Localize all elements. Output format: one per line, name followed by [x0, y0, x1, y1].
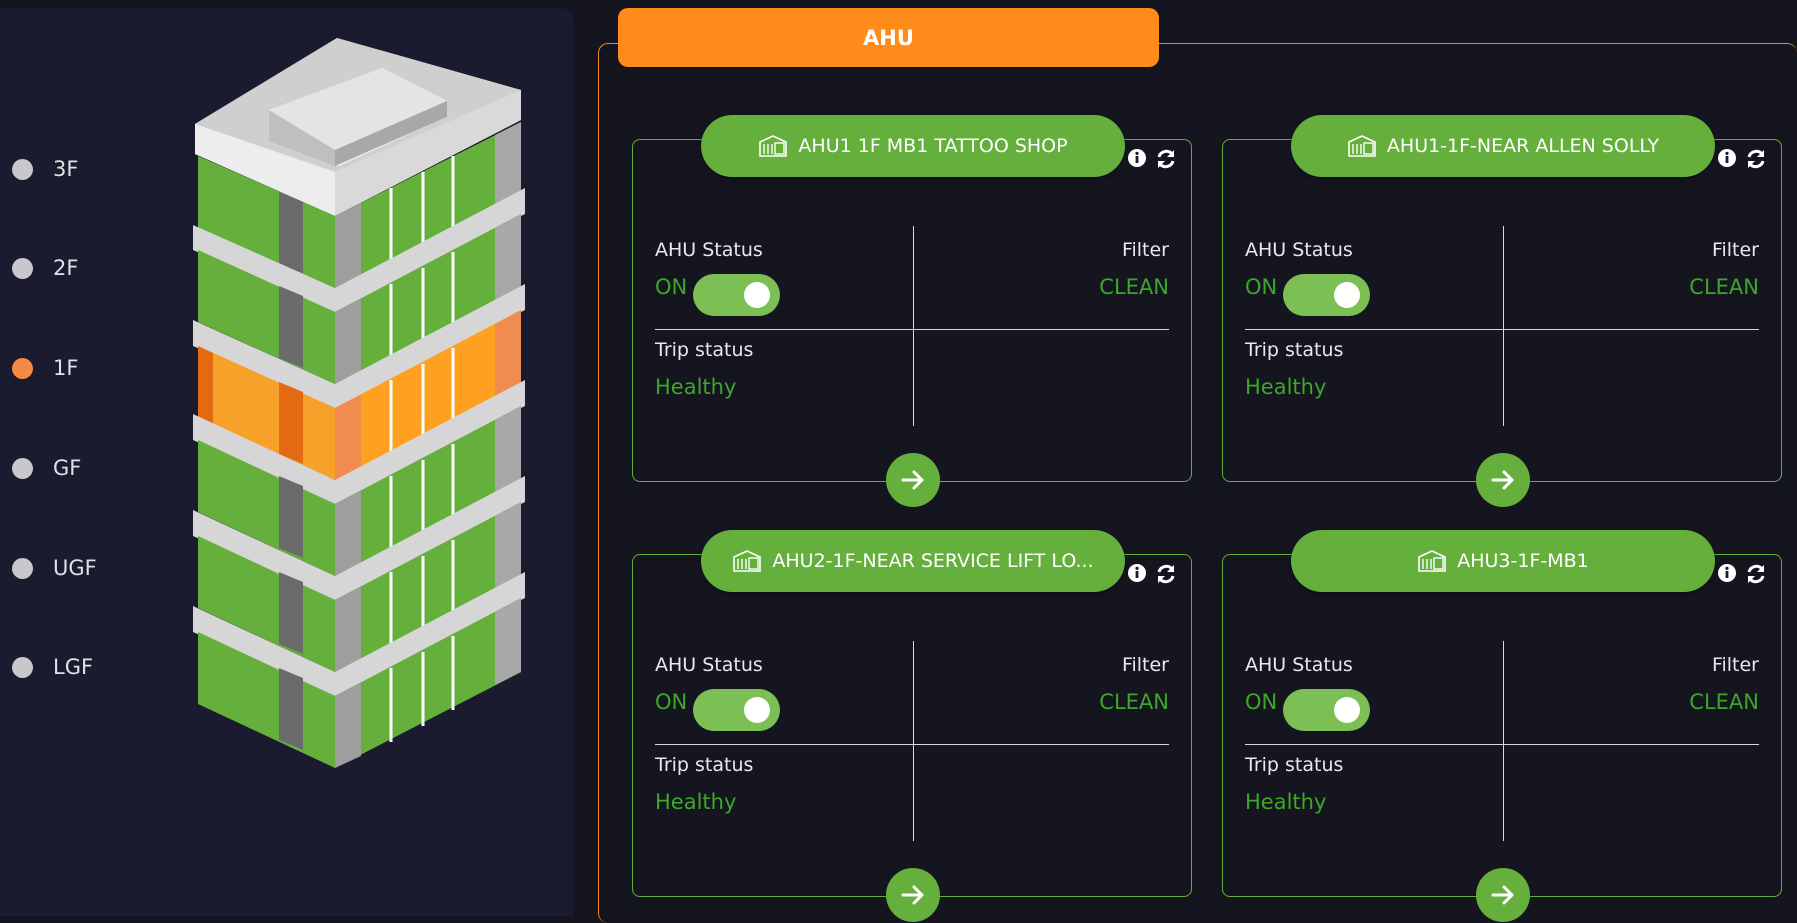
arrow-right-icon	[899, 881, 927, 909]
floor-label: 1F	[53, 356, 79, 380]
info-icon[interactable]	[1127, 563, 1147, 585]
ahu-card-title-text: AHU2-1F-NEAR SERVICE LIFT LO...	[772, 550, 1094, 572]
divider-horizontal	[655, 329, 1169, 330]
floor-label: GF	[53, 456, 82, 480]
floor-item-3f[interactable]: 3F	[12, 153, 78, 185]
floor-item-2f[interactable]: 2F	[12, 252, 78, 284]
card-actions	[1127, 148, 1177, 170]
floor-item-1f[interactable]: 1F	[12, 352, 78, 384]
divider-horizontal	[1245, 329, 1759, 330]
ahu-card-title-text: AHU3-1F-MB1	[1457, 550, 1589, 572]
floor-dot	[12, 158, 33, 180]
filter-label: Filter	[1711, 239, 1759, 261]
filter-label: Filter	[1711, 654, 1759, 676]
card-actions	[1717, 563, 1767, 585]
go-button[interactable]	[886, 453, 940, 507]
ahu-status-value: ON	[655, 275, 688, 299]
card-actions	[1717, 148, 1767, 170]
floor-dot	[12, 557, 33, 579]
ahu-unit-icon	[758, 134, 788, 158]
trip-status-label: Trip status	[1245, 339, 1344, 361]
ahu-card-title[interactable]: AHU1-1F-NEAR ALLEN SOLLY	[1291, 115, 1715, 177]
toggle-knob	[1334, 282, 1360, 308]
ahu-status-label: AHU Status	[1245, 654, 1353, 676]
ahu-status-toggle[interactable]	[693, 689, 780, 731]
trip-status-label: Trip status	[655, 339, 754, 361]
refresh-icon[interactable]	[1745, 148, 1767, 170]
info-icon[interactable]	[1717, 148, 1737, 170]
ahu-card-title[interactable]: AHU3-1F-MB1	[1291, 530, 1715, 592]
ahu-status-value: ON	[1245, 275, 1278, 299]
ahu-status-label: AHU Status	[1245, 239, 1353, 261]
ahu-card: AHU1-1F-NEAR ALLEN SOLLY AHU Status ON F…	[1222, 115, 1782, 507]
floor-item-gf[interactable]: GF	[12, 452, 81, 484]
floor-dot	[12, 457, 33, 479]
card-actions	[1127, 563, 1177, 585]
trip-status-value: Healthy	[655, 790, 737, 814]
ahu-status-toggle[interactable]	[1283, 689, 1370, 731]
info-icon[interactable]	[1717, 563, 1737, 585]
ahu-card-title-text: AHU1 1F MB1 TATTOO SHOP	[798, 135, 1068, 157]
ahu-card-title[interactable]: AHU2-1F-NEAR SERVICE LIFT LO...	[701, 530, 1125, 592]
filter-label: Filter	[1121, 654, 1169, 676]
info-icon[interactable]	[1127, 148, 1147, 170]
ahu-status-value: ON	[655, 690, 688, 714]
ahu-card-title[interactable]: AHU1 1F MB1 TATTOO SHOP	[701, 115, 1125, 177]
ahu-card: AHU3-1F-MB1 AHU Status ON Filter CLEAN T…	[1222, 530, 1782, 922]
ahu-status-value: ON	[1245, 690, 1278, 714]
ahu-status-toggle[interactable]	[693, 274, 780, 316]
toggle-knob	[1334, 697, 1360, 723]
ahu-card: AHU2-1F-NEAR SERVICE LIFT LO... AHU Stat…	[632, 530, 1192, 922]
trip-status-value: Healthy	[655, 375, 737, 399]
floor-label: 3F	[53, 157, 79, 181]
divider-vertical	[1503, 226, 1504, 426]
divider-horizontal	[1245, 744, 1759, 745]
trip-status-label: Trip status	[1245, 754, 1344, 776]
floor-dot	[12, 656, 33, 678]
floor-label: LGF	[53, 655, 94, 679]
ahu-status-toggle[interactable]	[1283, 274, 1370, 316]
floor-list: 3F 2F 1F GF UGF LGF	[0, 8, 160, 916]
building-illustration[interactable]	[185, 38, 525, 778]
floor-item-ugf[interactable]: UGF	[12, 552, 97, 584]
filter-value: CLEAN	[1689, 275, 1759, 299]
divider-vertical	[913, 641, 914, 841]
floor-item-lgf[interactable]: LGF	[12, 651, 93, 683]
ahu-tab[interactable]: AHU	[618, 8, 1159, 67]
divider-vertical	[913, 226, 914, 426]
go-button[interactable]	[886, 868, 940, 922]
ahu-unit-icon	[1417, 549, 1447, 573]
ahu-card-title-text: AHU1-1F-NEAR ALLEN SOLLY	[1386, 135, 1660, 157]
ahu-status-label: AHU Status	[655, 654, 763, 676]
trip-status-label: Trip status	[655, 754, 754, 776]
toggle-knob	[744, 697, 770, 723]
ahu-status-label: AHU Status	[655, 239, 763, 261]
go-button[interactable]	[1476, 453, 1530, 507]
ahu-unit-icon	[1347, 134, 1377, 158]
filter-label: Filter	[1121, 239, 1169, 261]
refresh-icon[interactable]	[1155, 148, 1177, 170]
floor-panel: 3F 2F 1F GF UGF LGF	[0, 8, 574, 916]
divider-vertical	[1503, 641, 1504, 841]
refresh-icon[interactable]	[1155, 563, 1177, 585]
floor-label: UGF	[53, 556, 97, 580]
filter-value: CLEAN	[1099, 690, 1169, 714]
filter-value: CLEAN	[1689, 690, 1759, 714]
arrow-right-icon	[899, 466, 927, 494]
filter-value: CLEAN	[1099, 275, 1169, 299]
trip-status-value: Healthy	[1245, 790, 1327, 814]
toggle-knob	[744, 282, 770, 308]
floor-dot-active	[12, 357, 33, 379]
floor-label: 2F	[53, 256, 79, 280]
arrow-right-icon	[1489, 881, 1517, 909]
divider-horizontal	[655, 744, 1169, 745]
trip-status-value: Healthy	[1245, 375, 1327, 399]
go-button[interactable]	[1476, 868, 1530, 922]
floor-dot	[12, 257, 33, 279]
refresh-icon[interactable]	[1745, 563, 1767, 585]
ahu-card: AHU1 1F MB1 TATTOO SHOP AHU Status ON Fi…	[632, 115, 1192, 507]
ahu-unit-icon	[732, 549, 762, 573]
arrow-right-icon	[1489, 466, 1517, 494]
